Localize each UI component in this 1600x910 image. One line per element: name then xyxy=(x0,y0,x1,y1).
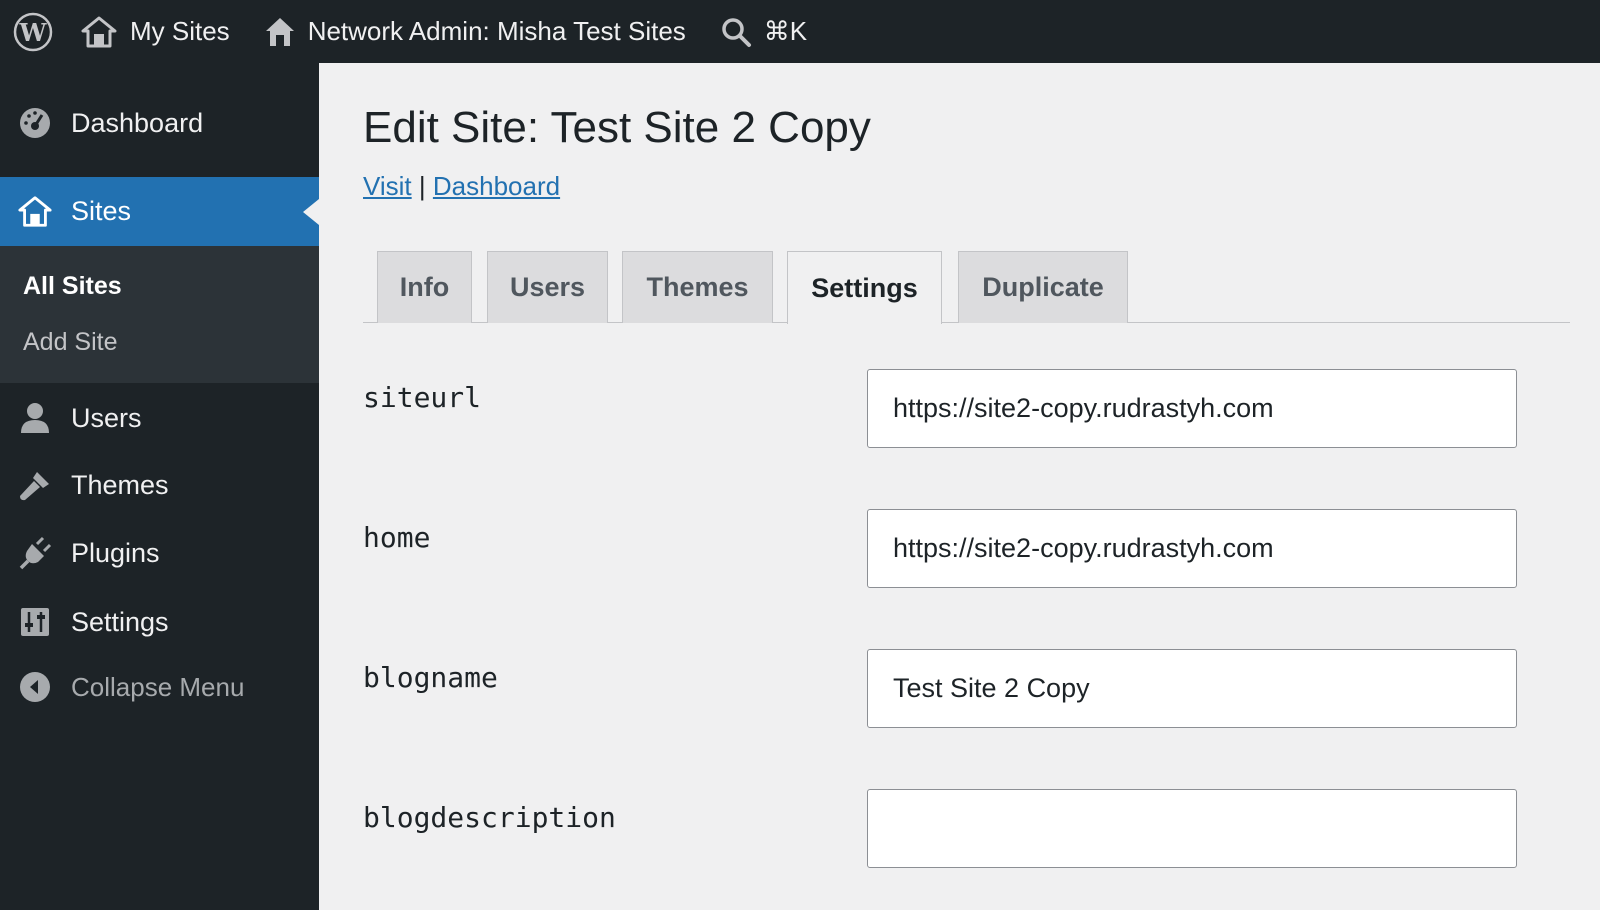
sidebar-item-label: Collapse Menu xyxy=(71,671,245,702)
home-icon xyxy=(265,17,294,46)
siteurl-field[interactable] xyxy=(867,369,1517,448)
home-field[interactable] xyxy=(867,509,1517,588)
brush-icon xyxy=(17,467,53,503)
sidebar-item-label: Sites xyxy=(71,196,132,226)
submenu-item-add-site[interactable]: Add Site xyxy=(23,328,118,357)
collapse-menu-button[interactable]: Collapse Menu xyxy=(0,657,319,717)
dashboard-link[interactable]: Dashboard xyxy=(433,171,560,201)
tab-info[interactable]: Info xyxy=(377,251,472,323)
site-links: Visit | Dashboard xyxy=(363,171,560,202)
sidebar-item-label: Users xyxy=(71,402,142,433)
link-separator: | xyxy=(418,171,426,201)
plugin-icon xyxy=(17,535,53,571)
sidebar-item-label: Settings xyxy=(71,606,169,637)
main-content: Edit Site: Test Site 2 Copy Visit | Dash… xyxy=(319,63,1600,910)
page-title: Edit Site: Test Site 2 Copy xyxy=(363,103,871,152)
tab-users[interactable]: Users xyxy=(487,251,608,323)
home-label: home xyxy=(363,521,431,554)
search-shortcut: ⌘K xyxy=(763,16,808,46)
my-sites-label: My Sites xyxy=(130,16,230,46)
wordpress-logo-icon[interactable]: W xyxy=(0,0,66,63)
sidebar-item-users[interactable]: Users xyxy=(0,388,319,448)
visit-link[interactable]: Visit xyxy=(363,171,412,201)
blogdescription-field[interactable] xyxy=(867,789,1517,868)
admin-sidebar: Dashboard Sites All Sites Add Site Users xyxy=(0,63,319,910)
sidebar-item-themes[interactable]: Themes xyxy=(0,455,319,515)
sidebar-item-sites[interactable]: Sites xyxy=(0,177,319,246)
sites-icon xyxy=(81,16,117,47)
edit-site-tabs: Info Users Themes Settings Duplicate xyxy=(363,251,1570,324)
blogdescription-label: blogdescription xyxy=(363,801,616,834)
sidebar-item-settings[interactable]: Settings xyxy=(0,592,319,652)
my-sites-menu[interactable]: My Sites xyxy=(66,0,230,63)
sidebar-item-dashboard[interactable]: Dashboard xyxy=(0,93,319,153)
sidebar-item-label: Dashboard xyxy=(71,107,204,138)
sidebar-item-plugins[interactable]: Plugins xyxy=(0,523,319,583)
blogname-field[interactable] xyxy=(867,649,1517,728)
sites-icon xyxy=(17,194,53,230)
svg-text:W: W xyxy=(19,18,48,47)
settings-icon xyxy=(17,604,53,640)
tab-themes[interactable]: Themes xyxy=(622,251,773,323)
submenu-item-all-sites[interactable]: All Sites xyxy=(23,272,122,301)
sidebar-item-label: Themes xyxy=(71,469,169,500)
command-search[interactable]: ⌘K xyxy=(686,0,807,63)
network-admin-menu[interactable]: Network Admin: Misha Test Sites xyxy=(230,0,686,63)
blogname-label: blogname xyxy=(363,661,498,694)
siteurl-label: siteurl xyxy=(363,381,482,414)
collapse-icon xyxy=(17,669,53,705)
tab-settings[interactable]: Settings xyxy=(787,251,942,324)
search-icon xyxy=(722,17,751,47)
user-icon xyxy=(17,400,53,436)
network-admin-label: Network Admin: Misha Test Sites xyxy=(307,16,686,46)
tab-duplicate[interactable]: Duplicate xyxy=(958,251,1128,323)
sites-submenu: All Sites Add Site xyxy=(0,246,319,383)
dashboard-icon xyxy=(17,105,53,141)
sidebar-item-label: Plugins xyxy=(71,537,160,568)
admin-bar: W My Sites Network Admin: Misha Test Sit… xyxy=(0,0,1600,63)
